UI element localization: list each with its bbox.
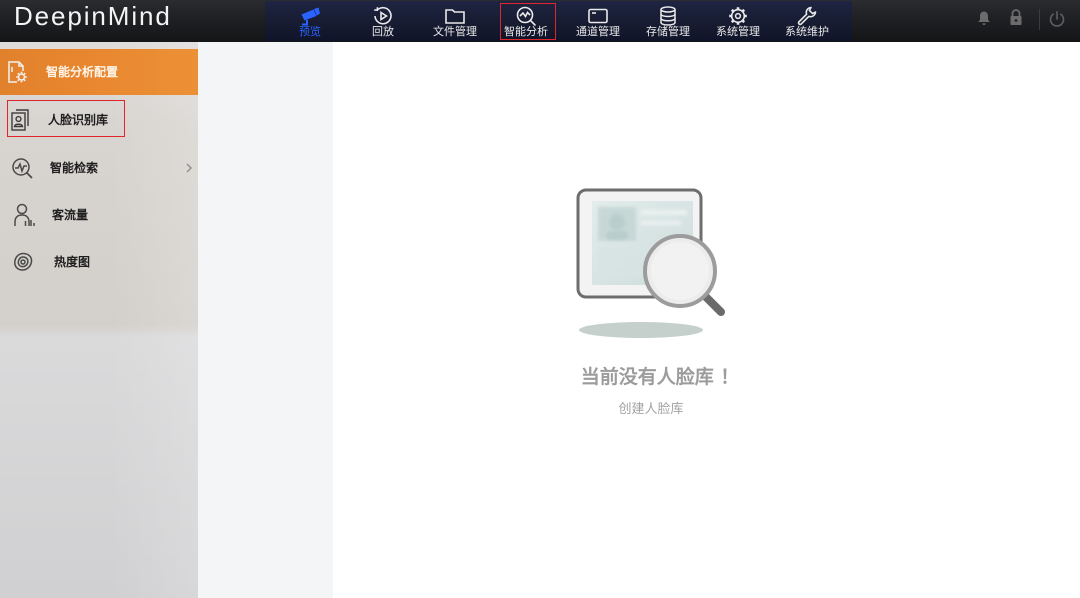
app-window: DeepinMind 预览 回放 文件管理 智能分析 通道管理 存储管理 系统管… <box>0 0 1080 598</box>
sidebar-item-label: 人脸识别库 <box>48 113 109 127</box>
channel-icon <box>588 8 608 24</box>
nav-item-preview[interactable]: 预览 <box>282 2 338 40</box>
gear-icon <box>729 7 747 25</box>
secondary-panel <box>198 42 333 598</box>
main-nav: 预览 回放 文件管理 智能分析 通道管理 存储管理 系统管理 系统维护 <box>265 1 852 41</box>
config-icon <box>8 61 27 83</box>
nav-item-label: 智能分析 <box>504 25 548 38</box>
camera-icon <box>301 7 320 26</box>
app-logo: DeepinMind <box>14 1 172 31</box>
nav-item-smart-analysis[interactable]: 智能分析 <box>498 2 554 40</box>
sidebar: 智能分析配置 人脸识别库 智能检索 客流量 热度图 <box>0 42 198 598</box>
sidebar-item-label: 热度图 <box>54 255 91 269</box>
power-icon[interactable] <box>1048 10 1066 28</box>
nav-item-label: 预览 <box>299 25 321 38</box>
nav-item-system-management[interactable]: 系统管理 <box>710 2 766 40</box>
bell-icon[interactable] <box>977 10 991 26</box>
sidebar-item-smart-search[interactable]: 智能检索 <box>0 150 198 186</box>
nav-item-channel-management[interactable]: 通道管理 <box>570 2 626 40</box>
top-bar: DeepinMind 预览 回放 文件管理 智能分析 通道管理 存储管理 系统管… <box>0 0 1080 42</box>
heatmap-icon <box>14 252 33 271</box>
sidebar-item-label: 智能检索 <box>50 161 99 175</box>
nav-item-storage-management[interactable]: 存储管理 <box>640 2 696 40</box>
empty-search-illustration <box>576 188 725 338</box>
nav-item-label: 通道管理 <box>576 25 620 38</box>
main-content: 当前没有人脸库 ！ 创建人脸库 <box>333 42 1080 598</box>
sidebar-item-label: 智能分析配置 <box>46 65 119 79</box>
playback-icon <box>374 6 392 25</box>
face-library-icon <box>11 109 29 131</box>
empty-state-message: 当前没有人脸库 ！ <box>580 366 740 388</box>
create-face-library-link[interactable]: 创建人脸库 <box>601 402 701 418</box>
nav-item-file-management[interactable]: 文件管理 <box>427 2 483 40</box>
lock-icon[interactable] <box>1008 8 1024 26</box>
sidebar-item-label: 客流量 <box>52 208 89 222</box>
nav-item-label: 文件管理 <box>433 25 477 38</box>
sidebar-item-smart-analysis-config[interactable]: 智能分析配置 <box>0 49 198 95</box>
wrench-icon <box>797 6 817 26</box>
folder-icon <box>445 9 465 24</box>
sidebar-item-people-flow[interactable]: 客流量 <box>0 197 198 233</box>
nav-item-playback[interactable]: 回放 <box>355 2 411 40</box>
nav-item-label: 系统维护 <box>785 25 829 38</box>
nav-item-label: 回放 <box>372 25 394 38</box>
nav-item-system-maintenance[interactable]: 系统维护 <box>779 2 835 40</box>
header-separator <box>1039 9 1040 30</box>
smart-search-icon <box>12 158 33 179</box>
people-flow-icon <box>14 203 35 226</box>
nav-item-label: 存储管理 <box>646 25 690 38</box>
sidebar-item-heatmap[interactable]: 热度图 <box>0 244 198 280</box>
chevron-right-icon <box>186 163 192 173</box>
database-icon <box>660 6 676 26</box>
sidebar-item-face-library[interactable]: 人脸识别库 <box>0 102 198 139</box>
nav-item-label: 系统管理 <box>716 25 760 38</box>
header-actions <box>970 0 1080 42</box>
smart-analysis-icon <box>516 6 536 26</box>
